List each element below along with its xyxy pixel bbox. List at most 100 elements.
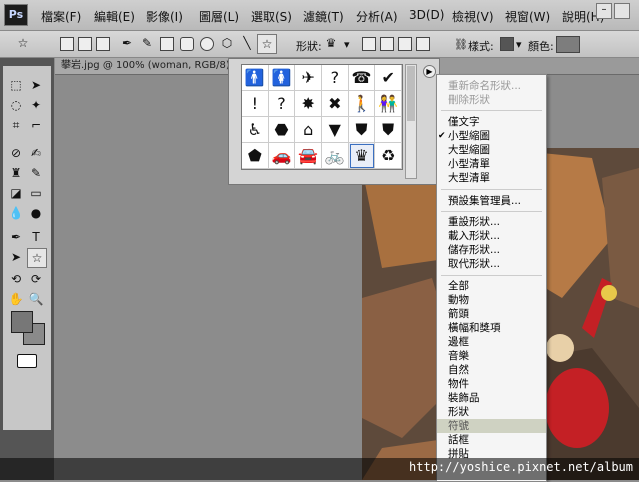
menu-select[interactable]: 選取(S) xyxy=(251,8,292,25)
magic-wand-icon[interactable]: ✦ xyxy=(27,96,45,114)
menu-layer[interactable]: 圖層(L) xyxy=(199,8,239,25)
menu-edit[interactable]: 編輯(E) xyxy=(94,8,135,25)
style-picker[interactable] xyxy=(500,37,514,51)
menu-arrows[interactable]: 箭頭 xyxy=(437,307,546,321)
picker-scroll-thumb[interactable] xyxy=(407,66,415,121)
shape-shield-1[interactable]: ⛊ xyxy=(348,117,376,143)
shape-question[interactable]: ? xyxy=(268,91,296,117)
subtract-shapes-icon[interactable] xyxy=(380,37,394,51)
menu-load-shapes[interactable]: 載入形狀... xyxy=(437,229,546,243)
menu-text-only[interactable]: 僅文字 xyxy=(437,115,546,129)
menu-large-list[interactable]: 大型清單 xyxy=(437,171,546,185)
shape-wheelchair[interactable]: ♿ xyxy=(242,117,269,143)
intersect-shapes-icon[interactable] xyxy=(398,37,412,51)
shape-layers-icon[interactable] xyxy=(60,37,74,51)
menu-save-shapes[interactable]: 儲存形狀... xyxy=(437,243,546,257)
crop-icon[interactable]: ⌗ xyxy=(7,116,25,134)
picker-scrollbar[interactable] xyxy=(405,64,417,179)
shape-burst[interactable]: ✸ xyxy=(295,91,322,117)
minimize-button[interactable]: – xyxy=(596,3,612,19)
menu-small-thumbnail[interactable]: ✔ 小型縮圖 xyxy=(437,129,546,143)
move-icon[interactable]: ➤ xyxy=(27,76,45,94)
blur-icon[interactable]: 💧 xyxy=(7,204,25,222)
foreground-color[interactable] xyxy=(11,311,33,333)
shape-triangle-down[interactable]: ▼ xyxy=(321,117,349,143)
history-brush-icon[interactable]: ✎ xyxy=(27,164,45,182)
shape-dropdown-icon[interactable]: ▾ xyxy=(344,38,350,51)
menu-frames[interactable]: 邊框 xyxy=(437,335,546,349)
type-icon[interactable]: T xyxy=(27,228,45,246)
combine-shapes-icon[interactable] xyxy=(362,37,376,51)
menu-replace-shapes[interactable]: 取代形狀... xyxy=(437,257,546,271)
color-swatch[interactable] xyxy=(556,36,580,53)
path-selection-icon[interactable]: ➤ xyxy=(7,248,25,266)
menu-file[interactable]: 檔案(F) xyxy=(41,8,81,25)
pen-icon[interactable]: ✒ xyxy=(118,34,136,52)
menu-3d[interactable]: 3D(D) xyxy=(409,8,444,22)
line-icon[interactable]: ╲ xyxy=(238,34,256,52)
style-dropdown-icon[interactable]: ▾ xyxy=(516,38,522,51)
menu-reset-shapes[interactable]: 重設形狀... xyxy=(437,215,546,229)
shape-school[interactable]: 👫 xyxy=(375,91,402,117)
menu-image[interactable]: 影像(I) xyxy=(146,8,183,25)
exclude-shapes-icon[interactable] xyxy=(416,37,430,51)
shape-x[interactable]: ✖ xyxy=(321,91,349,117)
quick-mask-icon[interactable] xyxy=(17,354,37,368)
eyedropper-icon[interactable]: ⌐ xyxy=(27,116,45,134)
shape-car-front[interactable]: 🚘 xyxy=(295,143,322,169)
shape-phone[interactable]: ☎ xyxy=(348,65,376,91)
menu-banners-awards[interactable]: 橫幅和獎項 xyxy=(437,321,546,335)
document-tab[interactable]: 攀岩.jpg @ 100% (woman, RGB/8) * xyxy=(55,58,244,74)
menu-nature[interactable]: 自然 xyxy=(437,363,546,377)
eraser-icon[interactable]: ◪ xyxy=(7,184,25,202)
menu-large-thumbnail[interactable]: 大型縮圖 xyxy=(437,143,546,157)
menu-rename-shape[interactable]: 重新命名形狀... xyxy=(437,79,546,93)
3d-rotate-icon[interactable]: ⟲ xyxy=(7,270,25,288)
paths-icon[interactable] xyxy=(78,37,92,51)
menu-view[interactable]: 檢視(V) xyxy=(452,8,494,25)
shape-restroom-women[interactable]: 🚺 xyxy=(268,65,296,91)
menu-music[interactable]: 音樂 xyxy=(437,349,546,363)
shape-car-side[interactable]: 🚗 xyxy=(268,143,296,169)
menu-analysis[interactable]: 分析(A) xyxy=(356,8,398,25)
healing-brush-icon[interactable]: ⊘ xyxy=(7,144,25,162)
menu-delete-shape[interactable]: 刪除形狀 xyxy=(437,93,546,107)
rectangle-shape-icon[interactable] xyxy=(160,37,174,51)
menu-talk-bubbles[interactable]: 話框 xyxy=(437,433,546,447)
fill-pixels-icon[interactable] xyxy=(96,37,110,51)
shape-octagon[interactable]: ⬣ xyxy=(268,117,296,143)
crown-shape-icon[interactable]: ♛ xyxy=(322,34,340,52)
shape-pentagon[interactable]: ⌂ xyxy=(295,117,322,143)
pen-tool-icon[interactable]: ✒ xyxy=(7,228,25,246)
tool-preset-icon[interactable]: ☆ xyxy=(14,34,32,52)
dodge-icon[interactable]: ● xyxy=(27,204,45,222)
gradient-icon[interactable]: ▭ xyxy=(27,184,45,202)
shape-airplane[interactable]: ✈ xyxy=(295,65,322,91)
shape-recycle[interactable]: ♻ xyxy=(375,143,402,169)
clone-stamp-icon[interactable]: ♜ xyxy=(7,164,25,182)
menu-small-list[interactable]: 小型清單 xyxy=(437,157,546,171)
menu-objects[interactable]: 物件 xyxy=(437,377,546,391)
menu-window[interactable]: 視窗(W) xyxy=(505,8,550,25)
shape-exclamation[interactable]: ! xyxy=(242,91,269,117)
ellipse-icon[interactable] xyxy=(200,37,214,51)
menu-shapes[interactable]: 形狀 xyxy=(437,405,546,419)
shape-shield-3[interactable]: ⬟ xyxy=(242,143,269,169)
maximize-button[interactable] xyxy=(614,3,630,19)
custom-shape-icon[interactable]: ☆ xyxy=(257,34,277,54)
3d-orbit-icon[interactable]: ⟳ xyxy=(27,270,45,288)
shape-restroom-men[interactable]: 🚹 xyxy=(242,65,269,91)
picker-menu-arrow-icon[interactable]: ▶ xyxy=(423,65,436,78)
menu-all[interactable]: 全部 xyxy=(437,279,546,293)
rounded-rectangle-icon[interactable] xyxy=(180,37,194,51)
custom-shape-tool-icon[interactable]: ☆ xyxy=(27,248,47,268)
shape-shield-2[interactable]: ⛊ xyxy=(375,117,402,143)
shape-question-box[interactable]: ? xyxy=(321,65,349,91)
chain-link-icon[interactable]: ⛓ xyxy=(454,38,468,51)
freeform-pen-icon[interactable]: ✎ xyxy=(138,34,156,52)
menu-symbols[interactable]: 符號 xyxy=(437,419,546,433)
shape-checkmark[interactable]: ✔ xyxy=(375,65,402,91)
lasso-icon[interactable]: ◌ xyxy=(7,96,25,114)
menu-animals[interactable]: 動物 xyxy=(437,293,546,307)
menu-filter[interactable]: 濾鏡(T) xyxy=(303,8,344,25)
